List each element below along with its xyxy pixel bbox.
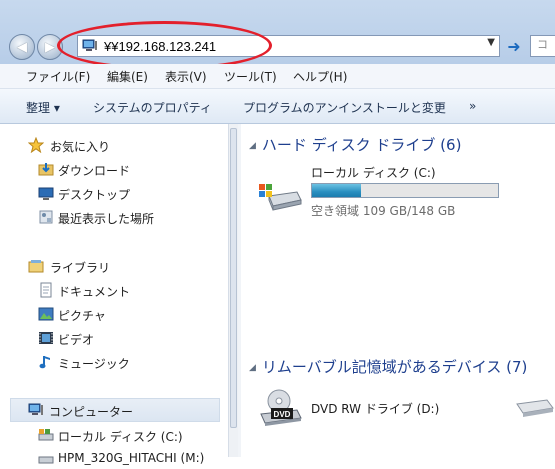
nav-label: HPM_320G_HITACHI (M:) xyxy=(58,451,205,465)
computer-icon xyxy=(28,403,43,415)
nav-label: 最近表示した場所 xyxy=(58,212,155,226)
nav-downloads[interactable]: ダウンロード xyxy=(0,158,220,180)
drive-d[interactable]: DVD DVD RW ドライブ (D:) xyxy=(241,386,555,430)
nav-videos[interactable]: ビデオ xyxy=(0,327,220,349)
desktop-icon xyxy=(38,187,54,200)
red-annotation-ellipse xyxy=(57,21,272,70)
nav-music[interactable]: ミュージック xyxy=(0,351,220,373)
group-title: ハード ディスク ドライブ (6) xyxy=(261,136,462,154)
downloads-folder-icon xyxy=(38,163,54,176)
group-title: リムーバブル記憶域があるデバイス (7) xyxy=(261,358,528,376)
collapse-triangle-icon[interactable]: ◢ xyxy=(249,141,256,151)
group-header-removable[interactable]: ◢ リムーバブル記憶域があるデバイス (7) xyxy=(241,356,527,377)
content-pane: ◢ ハード ディスク ドライブ (6) ローカル ディスク (C:) 空き領域 1… xyxy=(241,124,555,457)
nav-documents[interactable]: ドキュメント xyxy=(0,279,220,301)
nav-label: ライブラリ xyxy=(50,261,111,275)
nav-pictures[interactable]: ピクチャ xyxy=(0,303,220,325)
search-input[interactable]: コ xyxy=(530,35,555,57)
removable-drive-icon xyxy=(516,399,554,417)
menu-edit[interactable]: 編集(E) xyxy=(107,68,148,85)
nav-label: ミュージック xyxy=(58,357,130,371)
nav-label: お気に入り xyxy=(50,140,111,154)
collapse-triangle-icon[interactable]: ◢ xyxy=(249,363,256,373)
nav-label: デスクトップ xyxy=(58,188,131,202)
menu-help[interactable]: ヘルプ(H) xyxy=(293,68,347,85)
drive-name: DVD RW ドライブ (D:) xyxy=(311,402,440,416)
disk-usage-fill xyxy=(312,184,362,197)
recent-places-icon xyxy=(39,210,53,224)
nav-scrollbar[interactable] xyxy=(228,124,238,457)
nav-desktop[interactable]: デスクトップ xyxy=(0,182,220,204)
nav-hitachi-drive[interactable]: HPM_320G_HITACHI (M:) xyxy=(0,447,220,469)
menu-view[interactable]: 表示(V) xyxy=(165,68,207,85)
scrollbar-thumb[interactable] xyxy=(230,128,237,428)
organize-button[interactable]: 整理 ▾ xyxy=(26,99,60,116)
drive-free-space: 空き領域 109 GB/148 GB xyxy=(311,204,456,218)
hard-drive-icon xyxy=(259,184,302,211)
menu-bar: ファイル(F) 編集(E) 表示(V) ツール(T) ヘルプ(H) xyxy=(0,64,555,89)
command-bar: 整理 ▾ システムのプロパティ プログラムのアンインストールと変更 » xyxy=(0,89,555,124)
nav-label: ダウンロード xyxy=(58,164,131,178)
menu-file[interactable]: ファイル(F) xyxy=(26,68,90,85)
hard-drive-icon xyxy=(38,429,54,441)
chevron-down-icon[interactable]: ▼ xyxy=(487,37,495,48)
nav-label: ビデオ xyxy=(58,333,95,347)
nav-label: ローカル ディスク (C:) xyxy=(58,430,183,444)
group-header-hdd[interactable]: ◢ ハード ディスク ドライブ (6) xyxy=(241,134,461,155)
disk-usage-bar xyxy=(311,183,499,198)
pictures-icon xyxy=(38,307,54,321)
nav-label: ドキュメント xyxy=(58,285,131,299)
system-properties-button[interactable]: システムのプロパティ xyxy=(93,99,212,116)
forward-arrow-icon: ▶ xyxy=(45,39,55,55)
uninstall-button[interactable]: プログラムのアンインストールと変更 xyxy=(243,99,446,116)
more-commands-button[interactable]: » xyxy=(469,99,476,113)
drive-name: ローカル ディスク (C:) xyxy=(311,166,436,180)
nav-libraries[interactable]: ライブラリ xyxy=(0,255,220,277)
dvd-drive-icon: DVD xyxy=(260,389,302,426)
music-note-icon xyxy=(39,356,50,369)
documents-icon xyxy=(40,282,52,298)
nav-computer[interactable]: コンピューター xyxy=(10,398,220,422)
nav-recent[interactable]: 最近表示した場所 xyxy=(0,206,220,228)
libraries-icon xyxy=(28,260,44,273)
nav-local-disk[interactable]: ローカル ディスク (C:) xyxy=(0,424,220,446)
videos-icon xyxy=(39,332,53,344)
star-icon xyxy=(28,137,44,153)
navigation-pane: お気に入り ダウンロード デスクトップ 最近表示した場所 ライブラリ ドキュメン… xyxy=(0,124,228,465)
menu-tools[interactable]: ツール(T) xyxy=(224,68,277,85)
nav-favorites[interactable]: お気に入り xyxy=(0,134,220,156)
go-arrow-icon[interactable]: ➜ xyxy=(503,36,525,56)
back-button[interactable]: ◀ xyxy=(9,34,35,60)
drive-c[interactable]: ローカル ディスク (C:) 空き領域 109 GB/148 GB xyxy=(241,164,555,224)
dvd-badge: DVD xyxy=(274,410,291,419)
nav-label: ピクチャ xyxy=(58,309,106,323)
back-arrow-icon: ◀ xyxy=(17,39,27,55)
nav-label: コンピューター xyxy=(49,405,134,419)
hard-drive-icon xyxy=(38,456,54,464)
